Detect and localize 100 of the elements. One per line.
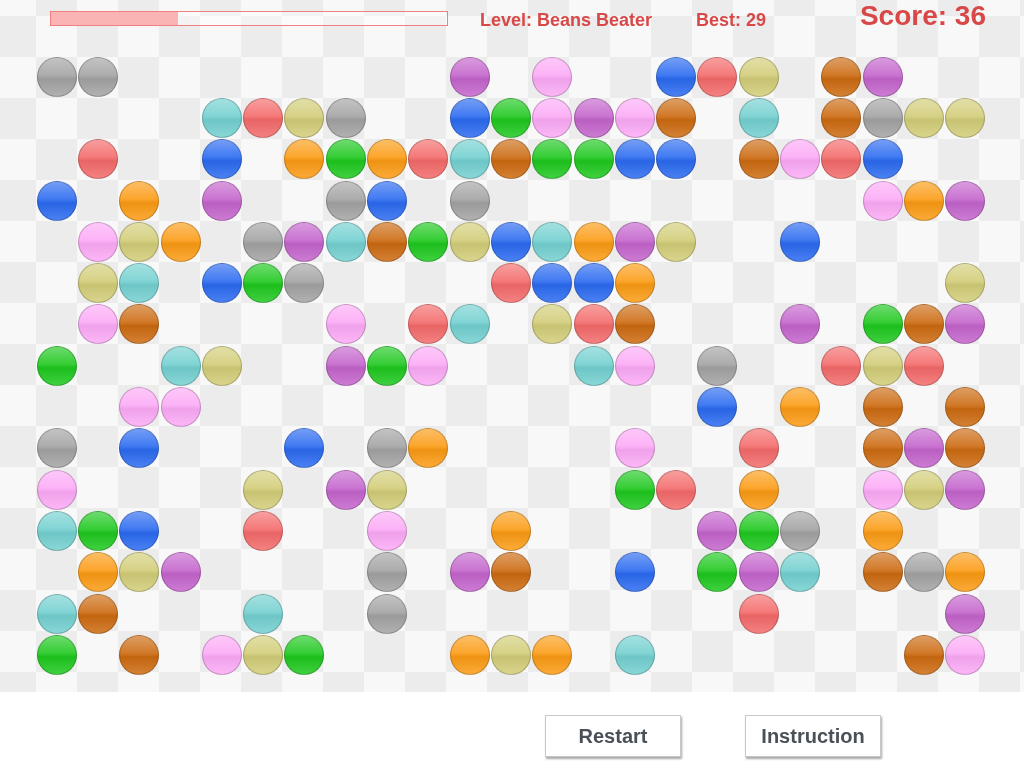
bead[interactable] [449, 56, 490, 97]
bead[interactable] [532, 56, 573, 97]
bead[interactable] [903, 469, 944, 510]
bead[interactable] [573, 97, 614, 138]
bead[interactable] [243, 97, 284, 138]
bead[interactable] [614, 345, 655, 386]
bead[interactable] [36, 593, 77, 634]
bead[interactable] [367, 180, 407, 221]
bead[interactable] [160, 345, 201, 386]
bead[interactable] [614, 97, 655, 138]
bead[interactable] [408, 304, 449, 345]
bead[interactable] [532, 634, 573, 675]
bead[interactable] [119, 387, 160, 427]
bead[interactable] [408, 139, 449, 180]
bead[interactable] [614, 428, 655, 469]
bead[interactable] [614, 304, 655, 345]
bead[interactable] [862, 387, 903, 427]
bead[interactable] [77, 263, 118, 304]
bead[interactable] [77, 593, 118, 634]
bead[interactable] [284, 634, 325, 675]
bead[interactable] [367, 428, 407, 469]
bead[interactable] [945, 304, 986, 345]
bead[interactable] [697, 345, 738, 386]
bead[interactable] [119, 552, 160, 593]
bead[interactable] [738, 469, 779, 510]
bead[interactable] [284, 221, 325, 262]
restart-button[interactable]: Restart [545, 715, 681, 757]
bead[interactable] [490, 510, 531, 551]
bead[interactable] [449, 180, 490, 221]
bead[interactable] [367, 510, 407, 551]
bead[interactable] [573, 304, 614, 345]
bead[interactable] [160, 387, 201, 427]
bead[interactable] [862, 304, 903, 345]
bead[interactable] [862, 139, 903, 180]
bead[interactable] [656, 139, 697, 180]
bead[interactable] [449, 634, 490, 675]
bead[interactable] [573, 263, 614, 304]
bead[interactable] [201, 345, 242, 386]
bead[interactable] [449, 304, 490, 345]
bead[interactable] [614, 139, 655, 180]
bead[interactable] [243, 221, 284, 262]
bead[interactable] [945, 428, 986, 469]
bead[interactable] [119, 221, 160, 262]
bead[interactable] [903, 97, 944, 138]
bead[interactable] [862, 510, 903, 551]
bead[interactable] [243, 510, 284, 551]
bead[interactable] [945, 387, 986, 427]
bead[interactable] [36, 634, 77, 675]
bead[interactable] [284, 263, 325, 304]
bead[interactable] [903, 180, 944, 221]
bead[interactable] [490, 634, 531, 675]
bead[interactable] [614, 221, 655, 262]
bead[interactable] [573, 221, 614, 262]
bead[interactable] [243, 593, 284, 634]
bead[interactable] [862, 180, 903, 221]
bead[interactable] [862, 552, 903, 593]
bead[interactable] [903, 552, 944, 593]
bead[interactable] [201, 139, 242, 180]
bead[interactable] [945, 263, 986, 304]
bead[interactable] [738, 552, 779, 593]
bead[interactable] [573, 139, 614, 180]
bead[interactable] [77, 221, 118, 262]
bead[interactable] [903, 634, 944, 675]
bead[interactable] [119, 428, 160, 469]
bead[interactable] [284, 428, 325, 469]
bead[interactable] [119, 510, 160, 551]
bead[interactable] [656, 97, 697, 138]
bead[interactable] [821, 345, 862, 386]
bead[interactable] [367, 139, 407, 180]
bead[interactable] [532, 221, 573, 262]
bead[interactable] [490, 97, 531, 138]
bead[interactable] [201, 634, 242, 675]
bead[interactable] [945, 552, 986, 593]
bead[interactable] [573, 345, 614, 386]
bead[interactable] [408, 345, 449, 386]
bead[interactable] [945, 97, 986, 138]
bead[interactable] [201, 97, 242, 138]
bead[interactable] [903, 428, 944, 469]
bead[interactable] [780, 221, 820, 262]
bead[interactable] [697, 387, 738, 427]
bead[interactable] [862, 56, 903, 97]
bead[interactable] [449, 221, 490, 262]
bead[interactable] [738, 593, 779, 634]
bead[interactable] [201, 180, 242, 221]
bead[interactable] [532, 263, 573, 304]
bead[interactable] [449, 139, 490, 180]
instruction-button[interactable]: Instruction [745, 715, 881, 757]
bead[interactable] [119, 634, 160, 675]
bead[interactable] [284, 139, 325, 180]
bead[interactable] [780, 387, 820, 427]
bead[interactable] [945, 469, 986, 510]
bead[interactable] [77, 510, 118, 551]
bead[interactable] [119, 263, 160, 304]
bead[interactable] [325, 345, 366, 386]
bead[interactable] [119, 180, 160, 221]
bead[interactable] [36, 180, 77, 221]
bead[interactable] [367, 593, 407, 634]
bead[interactable] [532, 97, 573, 138]
bead[interactable] [697, 510, 738, 551]
bead[interactable] [77, 552, 118, 593]
